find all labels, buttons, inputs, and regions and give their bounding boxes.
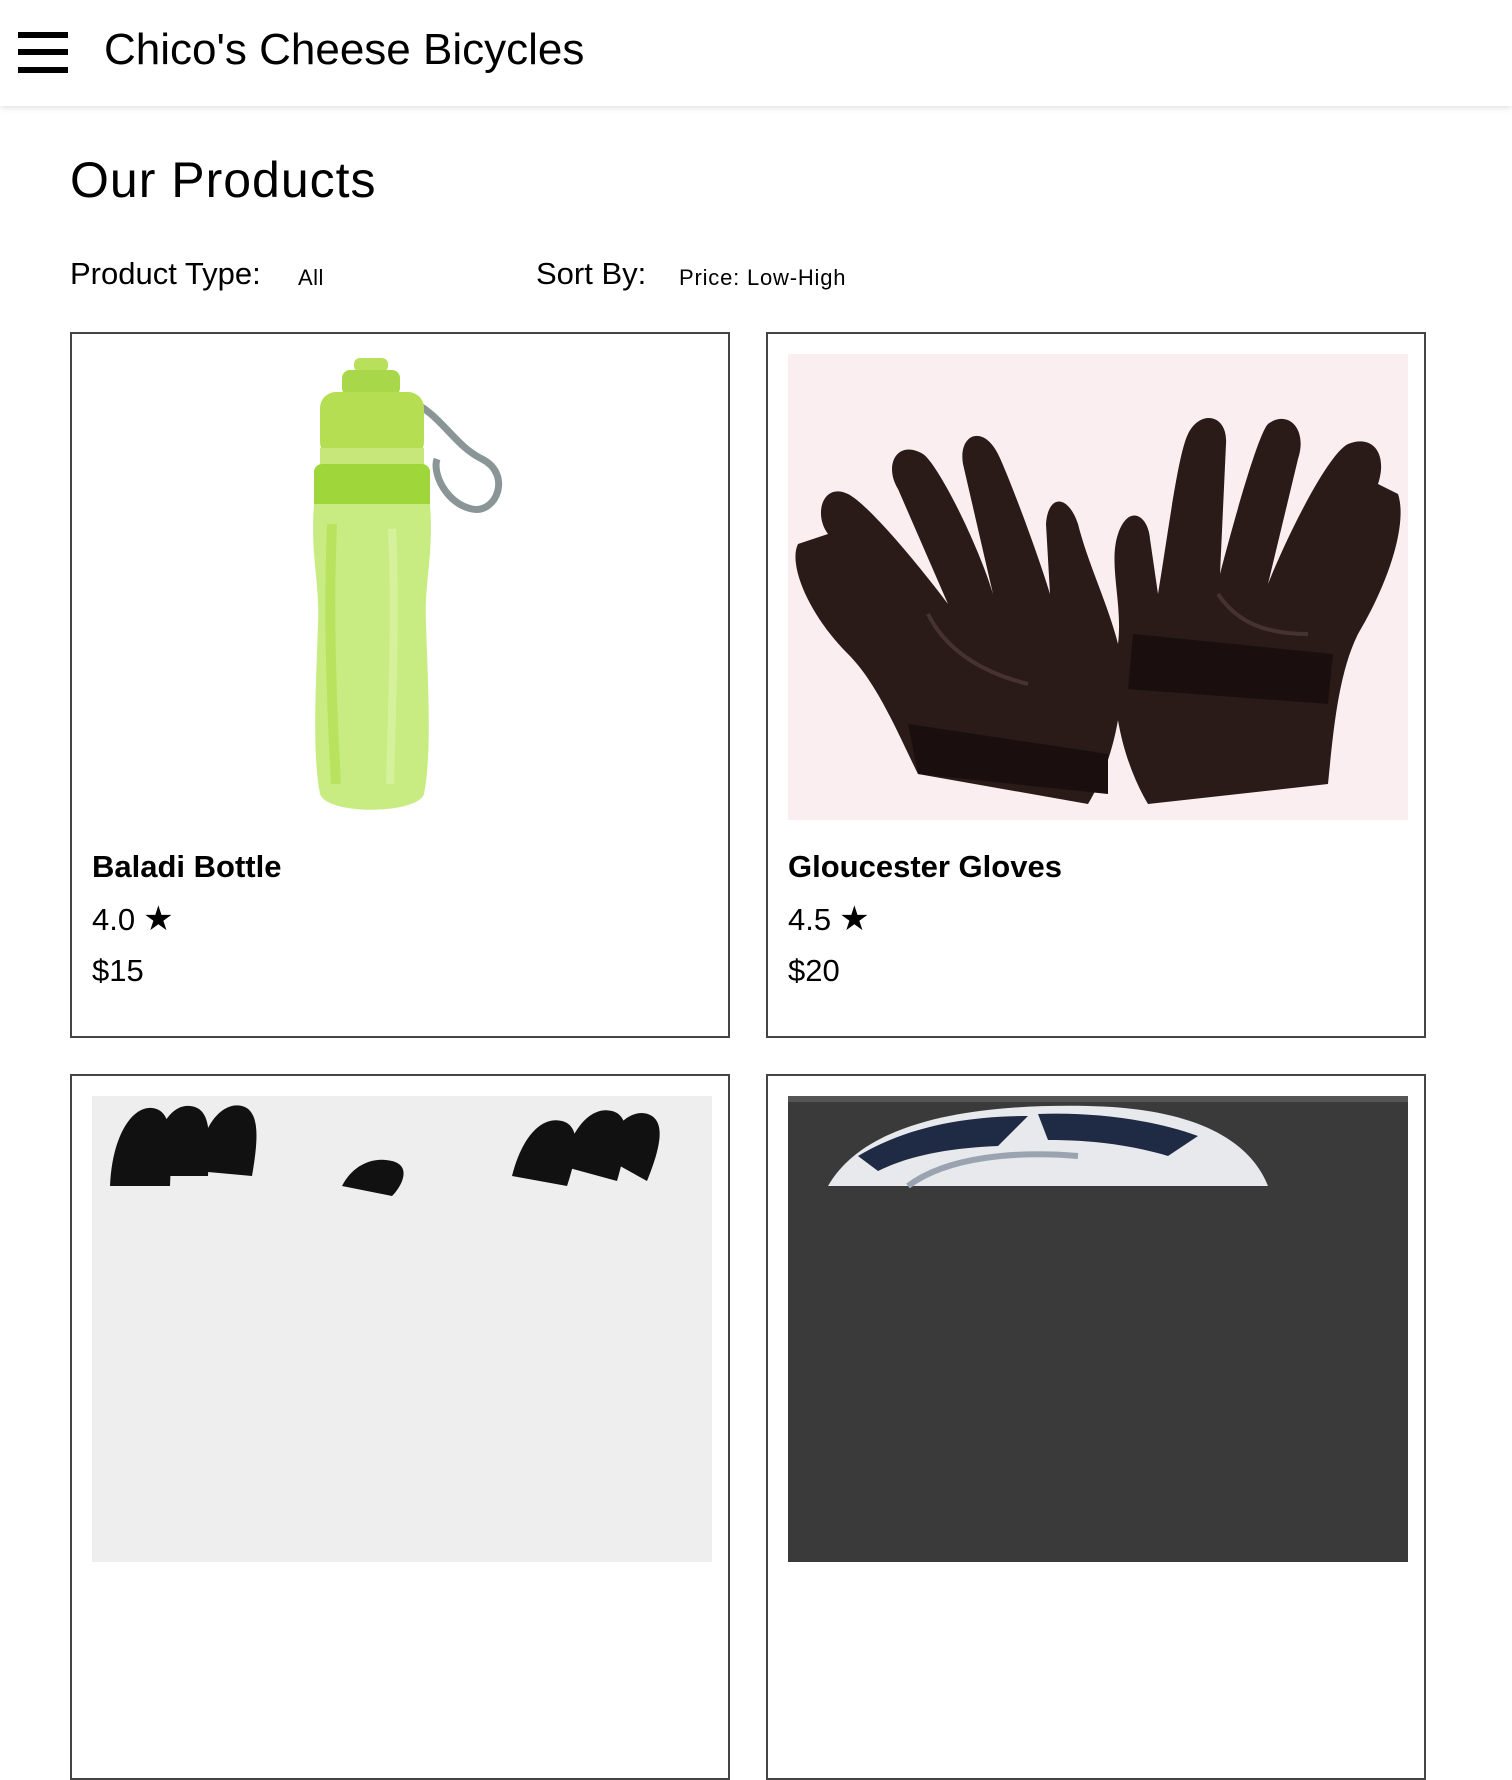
star-icon: ★ [839, 900, 870, 938]
rating-value: 4.5 [788, 902, 832, 937]
hamburger-menu-icon[interactable] [18, 32, 68, 74]
product-card[interactable] [70, 1074, 730, 1780]
product-image-black-gloves [92, 1096, 712, 1562]
menu-line [18, 49, 68, 55]
site-title[interactable]: Chico's Cheese Bicycles [104, 24, 584, 76]
product-rating: 4.5 ★ [788, 900, 870, 939]
star-icon: ★ [143, 900, 174, 938]
page-title: Our Products [70, 152, 377, 208]
product-name[interactable]: Gloucester Gloves [788, 848, 1062, 886]
sort-by-label: Sort By: [536, 256, 647, 291]
sort-by-select[interactable]: Price: Low-High [679, 264, 846, 292]
product-price: $15 [92, 953, 144, 988]
product-image-gloves [788, 354, 1408, 820]
product-image-helmet [788, 1096, 1408, 1562]
product-name[interactable]: Baladi Bottle [92, 848, 281, 886]
rating-value: 4.0 [92, 902, 136, 937]
product-rating: 4.0 ★ [92, 900, 174, 939]
menu-line [18, 67, 68, 73]
product-card-gloucester-gloves[interactable]: Gloucester Gloves 4.5 ★ $20 [766, 332, 1426, 1038]
top-app-bar: Chico's Cheese Bicycles [0, 0, 1512, 106]
product-type-label: Product Type: [70, 256, 261, 291]
product-card[interactable] [766, 1074, 1426, 1780]
menu-line [18, 32, 68, 38]
product-type-select[interactable]: All [298, 264, 324, 292]
product-price: $20 [788, 953, 840, 988]
product-image-bottle [92, 354, 712, 820]
product-card-baladi-bottle[interactable]: Baladi Bottle 4.0 ★ $15 [70, 332, 730, 1038]
